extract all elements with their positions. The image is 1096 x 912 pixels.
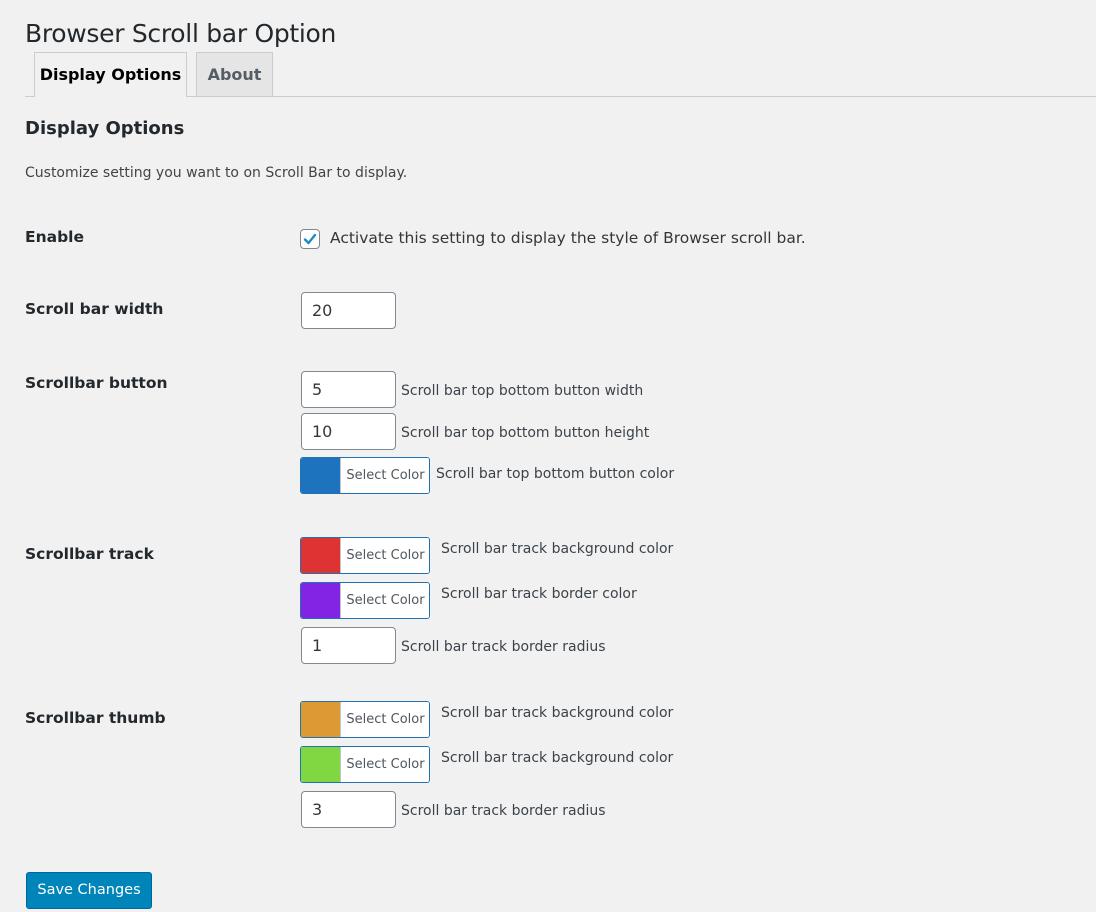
thumb-bg-description: Scroll bar track background color	[441, 705, 674, 721]
scrollbar-button-label: Scrollbar button	[25, 374, 168, 392]
track-radius-description: Scroll bar track border radius	[401, 639, 606, 655]
button-height-description: Scroll bar top bottom button height	[401, 425, 650, 441]
thumb-bg2-description: Scroll bar track background color	[441, 750, 674, 766]
track-bg-select-label: Select Color	[340, 538, 429, 573]
thumb-radius-input[interactable]: 3	[301, 791, 396, 828]
scroll-bar-width-label: Scroll bar width	[25, 300, 164, 318]
button-width-description: Scroll bar top bottom button width	[401, 383, 644, 399]
track-border-color-picker[interactable]: Select Color	[300, 582, 430, 619]
save-changes-button[interactable]: Save Changes	[26, 872, 152, 909]
button-color-select-label: Select Color	[340, 458, 429, 493]
scrollbar-thumb-label: Scrollbar thumb	[25, 709, 166, 727]
thumb-bg-select-label: Select Color	[340, 702, 429, 737]
thumb-bg-color-picker[interactable]: Select Color	[300, 701, 430, 738]
checkmark-icon	[303, 233, 317, 245]
thumb-bg2-select-label: Select Color	[340, 747, 429, 782]
track-border-description: Scroll bar track border color	[441, 586, 637, 602]
tab-display-options[interactable]: Display Options	[34, 52, 187, 97]
track-border-select-label: Select Color	[340, 583, 429, 618]
button-color-description: Scroll bar top bottom button color	[436, 466, 675, 482]
thumb-radius-description: Scroll bar track border radius	[401, 803, 606, 819]
button-height-input[interactable]: 10	[301, 413, 396, 450]
tab-about[interactable]: About	[196, 52, 273, 96]
button-width-input[interactable]: 5	[301, 371, 396, 408]
thumb-bg2-color-picker[interactable]: Select Color	[300, 746, 430, 783]
enable-checkbox[interactable]	[300, 229, 320, 249]
scroll-bar-width-input[interactable]: 20	[301, 292, 396, 329]
thumb-bg2-color-swatch	[301, 747, 340, 782]
track-radius-input[interactable]: 1	[301, 627, 396, 664]
enable-label: Enable	[25, 228, 85, 246]
enable-checkbox-label[interactable]: Activate this setting to display the sty…	[330, 229, 806, 247]
page-title: Browser Scroll bar Option	[25, 18, 337, 48]
thumb-bg-color-swatch	[301, 702, 340, 737]
track-bg-color-picker[interactable]: Select Color	[300, 537, 430, 574]
track-border-color-swatch	[301, 583, 340, 618]
track-bg-color-swatch	[301, 538, 340, 573]
section-description: Customize setting you want to on Scroll …	[25, 165, 408, 181]
scrollbar-track-label: Scrollbar track	[25, 545, 154, 563]
button-color-picker[interactable]: Select Color	[300, 457, 430, 494]
button-color-swatch	[301, 458, 340, 493]
track-bg-description: Scroll bar track background color	[441, 541, 674, 557]
section-title: Display Options	[25, 118, 185, 139]
